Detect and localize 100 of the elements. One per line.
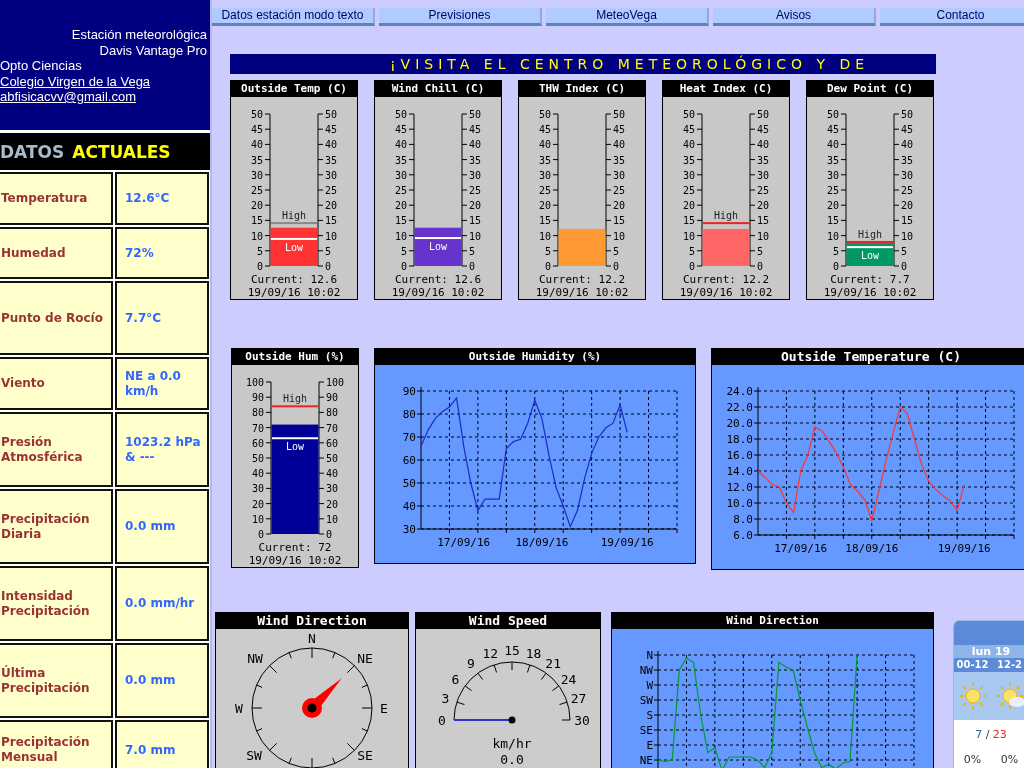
scale-label: 50 xyxy=(326,453,339,464)
nav-link[interactable]: Datos estación modo texto xyxy=(212,8,375,26)
tick-label: 24.0 xyxy=(726,385,753,398)
tick-label: 60 xyxy=(402,454,416,467)
scale-label: 50 xyxy=(901,109,914,120)
scale-label: 5 xyxy=(469,245,476,257)
scale-label: 20 xyxy=(613,200,626,212)
current-reading: Current: 12.6 xyxy=(394,273,482,286)
direction-label: SW xyxy=(246,748,262,763)
scale-label: 15 xyxy=(901,215,914,227)
scale-label: 35 xyxy=(394,154,407,166)
scale-label: 0 xyxy=(256,261,263,272)
tick-label: 70 xyxy=(402,431,416,444)
scale-label: 20 xyxy=(538,200,551,212)
limit-label: High xyxy=(857,229,883,240)
table-cell: 7.7°C xyxy=(115,281,209,355)
speed-label: 12 xyxy=(482,646,499,662)
scale-label: 45 xyxy=(250,124,263,136)
scale-label: 5 xyxy=(832,245,839,257)
table-cell: 1023.2 hPa & --- xyxy=(115,412,209,487)
tick-label: 90 xyxy=(402,385,416,398)
gauge-title: Wind Speed xyxy=(416,613,600,629)
nav-link[interactable]: Avisos xyxy=(713,8,876,26)
nav-link[interactable]: Contacto xyxy=(880,8,1024,26)
direction-label: NE xyxy=(357,651,373,666)
scale-label: 15 xyxy=(394,215,407,227)
table-cell: Intensidad Precipitación xyxy=(0,566,113,641)
scale-label: 35 xyxy=(250,154,263,166)
scale-label: 40 xyxy=(538,139,551,151)
gauge-title: Dew Point (C) xyxy=(807,81,933,97)
timestamp: 19/09/16 10:02 xyxy=(247,286,341,299)
scale-label: 40 xyxy=(251,468,264,480)
temperature-range: 7 / 23 xyxy=(974,728,1008,741)
tick-label: 10.0 xyxy=(726,497,753,510)
link[interactable]: abfisicacvv@gmail.com xyxy=(0,89,136,104)
speed-label: 0 xyxy=(438,713,446,728)
chart-title: Wind Direction xyxy=(612,613,933,629)
tick-label: 18.0 xyxy=(726,433,753,446)
scale-label: 0 xyxy=(400,261,407,272)
scale-label: 25 xyxy=(394,185,407,196)
nav-link[interactable]: MeteoVega xyxy=(546,8,709,26)
limit-label: High xyxy=(713,210,739,222)
tick-label: 12.0 xyxy=(726,481,753,494)
scale-label: 70 xyxy=(251,422,264,434)
speed-label: 6 xyxy=(451,671,460,687)
scale-label: 100 xyxy=(245,377,264,388)
scale-label: 40 xyxy=(613,139,626,151)
table-cell: Humedad xyxy=(0,227,113,279)
forecast-day: lun 19 xyxy=(954,645,1024,658)
scale-label: 30 xyxy=(325,169,338,181)
scale-label: 50 xyxy=(826,109,839,120)
scale-label: 25 xyxy=(250,185,263,196)
scale-label: 20 xyxy=(901,200,914,212)
precipitation-chance: 0% xyxy=(962,753,983,766)
tick-label: 18/09/16 xyxy=(515,536,569,549)
scale-label: 0 xyxy=(688,261,695,272)
scale-label: 70 xyxy=(326,422,339,434)
scale-label: 0 xyxy=(832,261,839,272)
scale-label: 90 xyxy=(251,392,264,404)
scale-label: 80 xyxy=(326,407,339,419)
tick-label: S xyxy=(646,709,653,722)
chart-title: Outside Temperature (C) xyxy=(712,349,1024,365)
table-cell: 0.0 mm/hr xyxy=(115,566,209,641)
scale-label: 35 xyxy=(325,154,338,166)
precipitation-chance: 0% xyxy=(999,753,1020,766)
scale-label: 50 xyxy=(250,109,263,120)
limit-label: High xyxy=(282,393,308,405)
current-reading: Current: 72 xyxy=(258,541,332,554)
scale-label: 20 xyxy=(682,200,695,212)
scale-label: 10 xyxy=(613,230,626,242)
nav-link[interactable]: Previsiones xyxy=(379,8,542,26)
scale-label: 30 xyxy=(326,483,339,495)
scale-label: 25 xyxy=(826,185,839,196)
table-cell: Última Precipitación xyxy=(0,643,113,718)
scale-label: 40 xyxy=(326,468,339,480)
timestamp: 19/09/16 10:02 xyxy=(679,286,773,299)
speed-label: 3 xyxy=(441,691,450,707)
scale-label: 5 xyxy=(688,245,695,257)
scale-label: 0 xyxy=(469,261,476,272)
scale-label: 30 xyxy=(613,169,626,181)
scale-label: 20 xyxy=(325,200,338,212)
scale-label: 15 xyxy=(469,215,482,227)
scale-label: 50 xyxy=(469,109,482,120)
widget-header xyxy=(954,621,1024,645)
scale-label: 50 xyxy=(251,453,264,464)
table-cell: Presión Atmosférica xyxy=(0,412,113,487)
scale-label: 25 xyxy=(682,185,695,196)
limit-label: Low xyxy=(285,441,305,453)
scale-label: 20 xyxy=(326,498,339,510)
tick-label: N xyxy=(646,649,653,662)
table-cell: 12.6°C xyxy=(115,172,209,225)
link[interactable]: Colegio Virgen de la Vega xyxy=(0,73,151,89)
gauge-title: Wind Direction xyxy=(216,613,408,629)
scale-label: 0 xyxy=(613,261,620,272)
scale-label: 5 xyxy=(757,245,764,257)
scale-label: 10 xyxy=(901,230,914,242)
scale-label: 30 xyxy=(538,169,551,181)
tick-label: 6.0 xyxy=(733,529,753,542)
tick-label: 14.0 xyxy=(726,465,753,478)
direction-label: E xyxy=(380,701,388,716)
